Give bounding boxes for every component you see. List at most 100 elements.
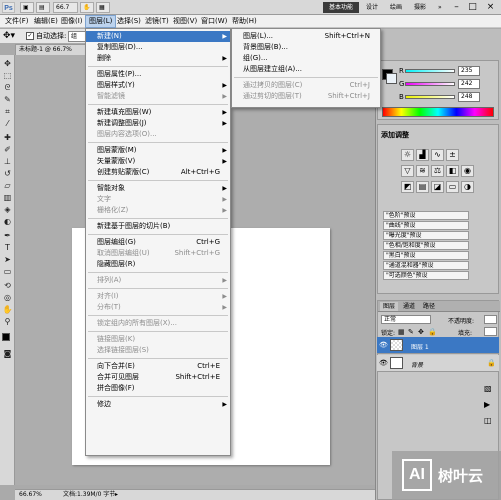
menu-item[interactable]: 向下合并(E) Ctrl+E <box>86 361 230 372</box>
lock-transparency-icon[interactable]: ▦ <box>398 328 405 336</box>
blend-mode-dropdown[interactable]: 正常 <box>381 315 431 324</box>
menu-item[interactable]: 合并可见图层 Shift+Ctrl+E <box>86 372 230 383</box>
navigator-panel-icon[interactable]: ◫ <box>484 416 492 425</box>
type-tool-icon[interactable]: T <box>2 243 13 253</box>
workspace-photography[interactable]: 摄影 <box>414 2 426 13</box>
hand-tool-icon[interactable]: ✋ <box>2 305 13 315</box>
status-info-arrow-icon[interactable]: ▸ <box>115 490 118 500</box>
3d-orbit-tool-icon[interactable]: ◎ <box>2 293 13 303</box>
menu-file[interactable]: 文件(F) <box>2 15 32 28</box>
preset-black-white[interactable]: "黑白"预设 <box>383 251 469 260</box>
layer-visibility-eye-icon[interactable]: 👁 <box>379 359 388 367</box>
history-brush-tool-icon[interactable]: ↺ <box>2 169 13 179</box>
eyedropper-tool-icon[interactable]: ⁄ <box>2 119 13 129</box>
preset-curves[interactable]: "曲线"预设 <box>383 221 469 230</box>
menu-item[interactable]: 新建基于图层的切片(B) <box>86 221 230 232</box>
tab-paths[interactable]: 路径 <box>420 302 438 311</box>
opacity-input[interactable] <box>484 315 497 324</box>
workspace-overflow-button[interactable]: » <box>438 2 442 13</box>
zoom-level-chip[interactable]: 66.7 <box>53 2 78 13</box>
lock-pixels-icon[interactable]: ✎ <box>408 328 414 336</box>
menu-item[interactable]: 新建填充图层(W) ▶ <box>86 107 230 118</box>
gradient-map-icon[interactable]: ▭ <box>446 181 459 193</box>
path-selection-tool-icon[interactable]: ➤ <box>2 255 13 265</box>
menu-item[interactable]: 新建调整图层(J) ▶ <box>86 118 230 129</box>
color-r-slider[interactable] <box>405 69 455 73</box>
layer-name[interactable]: 背景 <box>411 360 423 369</box>
fill-input[interactable] <box>484 327 497 336</box>
menu-select[interactable]: 选择(S) <box>114 15 144 28</box>
levels-icon[interactable]: ▟ <box>416 149 429 161</box>
color-b-value[interactable]: 248 <box>458 92 480 102</box>
brush-tool-icon[interactable]: ✐ <box>2 145 13 155</box>
menu-layer[interactable]: 图层(L) <box>85 15 117 28</box>
hue-saturation-icon[interactable]: ≋ <box>416 165 429 177</box>
foreground-color-swatch[interactable] <box>2 333 10 341</box>
pen-tool-icon[interactable]: ✒ <box>2 231 13 241</box>
actions-panel-icon[interactable]: ▶ <box>484 400 490 409</box>
preset-hue-saturation[interactable]: "色相/饱和度"预设 <box>383 241 469 250</box>
mini-bridge-button[interactable]: ▤ <box>36 2 50 13</box>
vibrance-icon[interactable]: ▽ <box>401 165 414 177</box>
quick-mask-icon[interactable]: ◙ <box>2 349 13 359</box>
menu-item[interactable]: 从图层建立组(A)... <box>232 64 380 75</box>
menu-item[interactable]: 矢量蒙版(V) ▶ <box>86 156 230 167</box>
color-balance-icon[interactable]: ⚖ <box>431 165 444 177</box>
history-panel-icon[interactable]: ▧ <box>484 384 492 393</box>
menu-item[interactable]: 图层样式(Y) ▶ <box>86 80 230 91</box>
posterize-icon[interactable]: ▤ <box>416 181 429 193</box>
exposure-icon[interactable]: ± <box>446 149 459 161</box>
menu-item[interactable]: 删除 ▶ <box>86 53 230 64</box>
document-tab[interactable]: 未标题-1 @ 66.7% <box>15 44 90 55</box>
color-g-slider[interactable] <box>405 82 455 86</box>
preset-selective-color[interactable]: "可选颜色"预设 <box>383 271 469 280</box>
preset-levels[interactable]: "色阶"预设 <box>383 211 469 220</box>
crop-tool-icon[interactable]: ⌗ <box>2 107 13 117</box>
hand-tool-button[interactable]: ✋ <box>80 2 94 13</box>
maximize-button[interactable]: □ <box>466 1 479 13</box>
lasso-tool-icon[interactable]: ᘓ <box>2 83 13 93</box>
menu-item[interactable]: 创建剪贴蒙版(C) Alt+Ctrl+G <box>86 167 230 178</box>
black-white-icon[interactable]: ◧ <box>446 165 459 177</box>
lock-position-icon[interactable]: ✥ <box>418 328 424 336</box>
color-g-value[interactable]: 242 <box>458 79 480 89</box>
layer-row-background[interactable]: 👁 背景 🔒 <box>377 355 499 372</box>
lock-all-icon[interactable]: 🔒 <box>428 328 437 336</box>
minimize-button[interactable]: – <box>450 1 463 13</box>
color-spectrum-bar[interactable] <box>382 107 494 117</box>
threshold-icon[interactable]: ◪ <box>431 181 444 193</box>
menu-item[interactable]: 图层属性(P)... <box>86 69 230 80</box>
arrange-documents-button[interactable]: ▦ <box>96 2 110 13</box>
gradient-tool-icon[interactable]: ▥ <box>2 193 13 203</box>
menu-item[interactable]: 拼合图像(F) <box>86 383 230 394</box>
menu-item[interactable]: 复制图层(D)... <box>86 42 230 53</box>
menu-item[interactable]: 图层编组(G) Ctrl+G <box>86 237 230 248</box>
marquee-tool-icon[interactable]: ⬚ <box>2 71 13 81</box>
brightness-icon[interactable]: ☼ <box>401 149 414 161</box>
auto-select-checkbox[interactable]: ✓ <box>26 32 34 40</box>
auto-select-dropdown[interactable]: 组 <box>68 31 86 42</box>
workspace-essentials[interactable]: 基本功能 <box>323 2 359 13</box>
color-panel-bg-swatch[interactable] <box>386 73 397 84</box>
menu-item[interactable]: 智能对象 ▶ <box>86 183 230 194</box>
menu-filter[interactable]: 滤镜(T) <box>142 15 172 28</box>
eraser-tool-icon[interactable]: ▱ <box>2 181 13 191</box>
color-r-value[interactable]: 235 <box>458 66 480 76</box>
menu-item[interactable]: 背景图层(B)... <box>232 42 380 53</box>
menu-item[interactable]: 新建(N) ▶ <box>86 31 230 42</box>
status-zoom[interactable]: 66.67% <box>19 490 42 500</box>
healing-brush-tool-icon[interactable]: ✚ <box>2 133 13 143</box>
preset-exposure[interactable]: "曝光度"预设 <box>383 231 469 240</box>
menu-edit[interactable]: 编辑(E) <box>31 15 61 28</box>
shape-tool-icon[interactable]: ▭ <box>2 267 13 277</box>
menu-item[interactable]: 图层(L)... Shift+Ctrl+N <box>232 31 380 42</box>
layer-name[interactable]: 图层 1 <box>411 342 429 351</box>
quick-select-tool-icon[interactable]: ✎ <box>2 95 13 105</box>
workspace-painting[interactable]: 绘画 <box>390 2 402 13</box>
tab-channels[interactable]: 通道 <box>400 302 418 311</box>
color-b-slider[interactable] <box>405 95 455 99</box>
menu-item[interactable]: 隐藏图层(R) <box>86 259 230 270</box>
3d-rotate-tool-icon[interactable]: ⟲ <box>2 281 13 291</box>
menu-image[interactable]: 图像(I) <box>58 15 86 28</box>
menu-view[interactable]: 视图(V) <box>170 15 200 28</box>
